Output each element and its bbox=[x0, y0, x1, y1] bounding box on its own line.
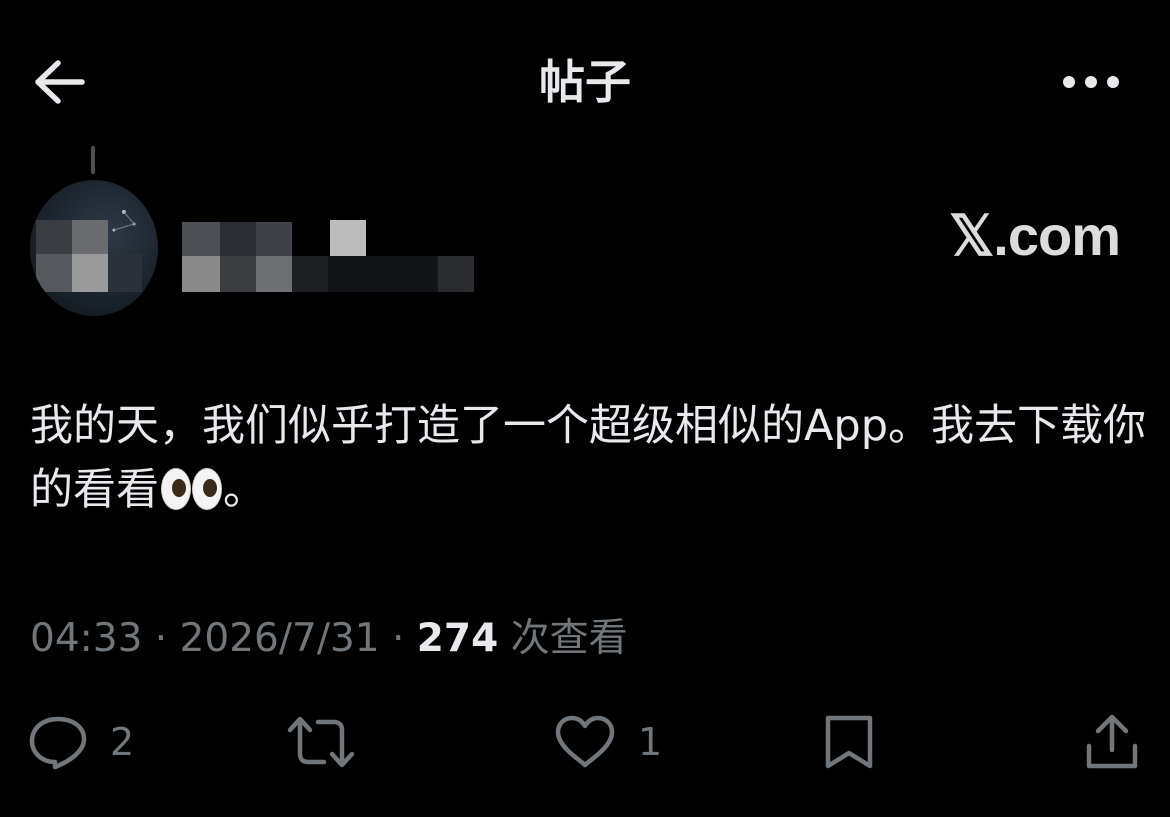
name-censor-block bbox=[182, 222, 220, 256]
name-censor-block bbox=[256, 222, 292, 256]
post-time: 04:33 bbox=[30, 616, 143, 661]
meta-separator: · bbox=[379, 616, 417, 661]
reply-button[interactable]: 2 bbox=[28, 710, 134, 774]
post-text: 我的天，我们似乎打造了一个超级相似的App。我去下载你的看看。 bbox=[30, 394, 1150, 522]
name-censor-block bbox=[256, 256, 292, 292]
views-count[interactable]: 274 bbox=[417, 616, 498, 661]
name-censor-block bbox=[220, 256, 256, 292]
post-date: 2026/7/31 bbox=[179, 616, 380, 661]
repost-icon bbox=[287, 716, 355, 768]
handle-censor-block bbox=[328, 256, 438, 292]
bookmark-icon bbox=[825, 715, 873, 769]
name-censor-block bbox=[330, 220, 366, 256]
reply-icon bbox=[29, 716, 87, 770]
bookmark-button[interactable] bbox=[822, 710, 876, 774]
x-com-watermark: 𝕏.com bbox=[949, 204, 1121, 267]
name-censor-block bbox=[292, 256, 328, 292]
eyes-emoji-icon bbox=[159, 466, 223, 510]
meta-separator: · bbox=[142, 616, 180, 661]
share-button[interactable] bbox=[1084, 710, 1140, 774]
avatar[interactable] bbox=[30, 180, 158, 316]
more-horizontal-icon bbox=[1063, 76, 1119, 88]
heart-icon bbox=[555, 715, 615, 768]
like-count: 1 bbox=[638, 720, 663, 764]
more-options-button[interactable] bbox=[1056, 60, 1126, 104]
page-title: 帖子 bbox=[539, 55, 631, 109]
repost-button[interactable] bbox=[286, 710, 378, 774]
reply-count: 2 bbox=[110, 720, 135, 764]
name-censor-block bbox=[182, 256, 220, 292]
handle-censor-block bbox=[438, 256, 474, 292]
share-icon bbox=[1086, 714, 1138, 769]
post-page: 帖子 𝕏.com 我的天，我们似乎打造了一个超级相似的App。我去下载你的看看 … bbox=[0, 0, 1170, 817]
views-label: 次查看 bbox=[498, 616, 628, 661]
avatar-stars-decoration bbox=[112, 210, 136, 232]
thread-connector-line bbox=[91, 146, 95, 174]
post-text-end: 。 bbox=[223, 465, 266, 515]
author-name-obscured[interactable] bbox=[182, 214, 482, 294]
name-censor-block bbox=[220, 222, 256, 256]
like-button[interactable]: 1 bbox=[554, 710, 662, 774]
post-meta: 04:33 · 2026/7/31 · 274 次查看 bbox=[30, 612, 628, 666]
